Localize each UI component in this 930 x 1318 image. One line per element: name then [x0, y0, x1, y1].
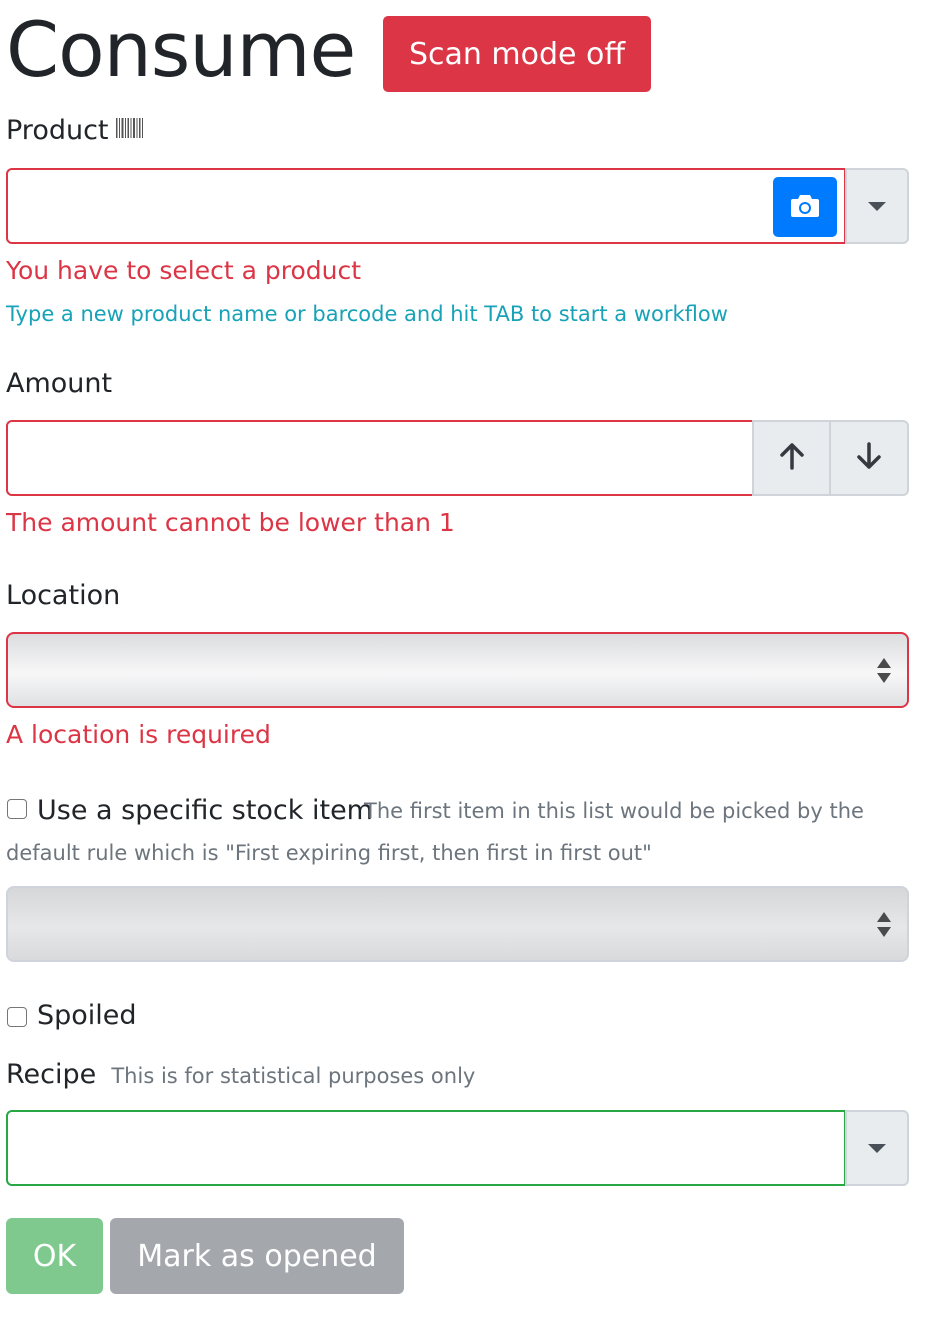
spoiled-label: Spoiled [37, 1000, 137, 1031]
product-error: You have to select a product [6, 256, 362, 285]
recipe-label: Recipe [6, 1059, 97, 1090]
product-label: Product [6, 115, 109, 146]
arrow-down-icon [854, 441, 884, 475]
specific-stock-help: The first item in this list would be pic… [6, 799, 864, 865]
location-label: Location [6, 580, 121, 611]
product-hint: Type a new product name or barcode and h… [6, 302, 728, 326]
recipe-label-row: Recipe This is for statistical purposes … [6, 1056, 475, 1097]
product-dropdown-toggle[interactable] [845, 168, 909, 244]
mark-as-opened-button[interactable]: Mark as opened [110, 1218, 404, 1294]
amount-increment-button[interactable] [752, 420, 831, 496]
recipe-dropdown-toggle[interactable] [845, 1110, 909, 1186]
amount-decrement-button[interactable] [829, 420, 909, 496]
amount-error: The amount cannot be lower than 1 [6, 508, 455, 537]
amount-text-field[interactable] [8, 422, 738, 490]
page-title: Consume [6, 5, 356, 94]
caret-down-icon [868, 201, 886, 211]
location-select[interactable] [6, 632, 909, 708]
location-error: A location is required [6, 720, 271, 749]
scan-mode-toggle-button[interactable]: Scan mode off [383, 16, 651, 92]
spoiled-checkbox[interactable] [7, 1007, 27, 1027]
camera-scan-button[interactable] [773, 177, 837, 237]
camera-icon [790, 193, 820, 222]
select-updown-icon [877, 911, 891, 937]
amount-input[interactable] [6, 420, 754, 496]
recipe-text-field[interactable] [8, 1112, 828, 1180]
select-updown-icon [877, 657, 891, 683]
caret-down-icon [868, 1143, 886, 1153]
recipe-help: This is for statistical purposes only [111, 1064, 476, 1088]
ok-button[interactable]: OK [6, 1218, 103, 1294]
product-label-row: Product [6, 114, 145, 149]
recipe-input[interactable] [6, 1110, 846, 1186]
product-input[interactable] [6, 168, 846, 244]
specific-stock-select [6, 886, 909, 962]
arrow-up-icon [777, 441, 807, 475]
barcode-icon [115, 115, 145, 149]
product-text-field[interactable] [8, 170, 748, 238]
amount-label: Amount [6, 368, 113, 399]
